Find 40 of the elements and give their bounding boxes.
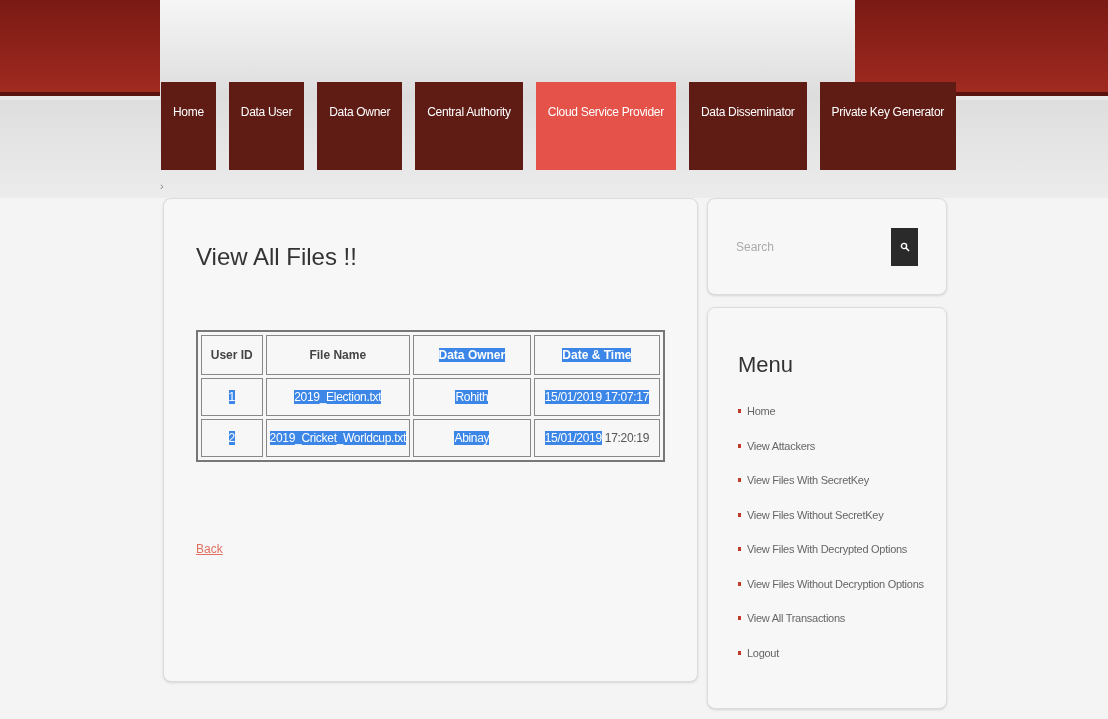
table-cell: 15/01/2019 17:20:19	[533, 419, 660, 457]
table-cell: 15/01/2019 17:07:17	[533, 378, 660, 416]
bullet-icon	[738, 650, 741, 655]
search-field[interactable]: Search	[736, 237, 876, 256]
menu-link[interactable]: View Files Without SecretKey	[747, 506, 884, 523]
menu-link[interactable]: Home	[747, 403, 776, 420]
search-icon	[899, 241, 910, 252]
nav-tab[interactable]: Home	[161, 82, 216, 170]
nav-tab[interactable]: Central Authority	[415, 82, 523, 170]
breadcrumb-arrow: ›	[160, 179, 164, 194]
table-cell: Rohith	[412, 378, 531, 416]
table-cell: 2019_Cricket_Worldcup.txt	[265, 419, 410, 457]
nav-tab[interactable]: Data User	[228, 82, 305, 170]
bullet-icon	[738, 547, 741, 552]
menu-title: Menu	[738, 351, 795, 379]
menu-link[interactable]: View Files With SecretKey	[747, 472, 869, 489]
menu-link[interactable]: View All Transactions	[747, 610, 845, 627]
column-header: User ID	[201, 335, 263, 375]
column-header: Date & Time	[533, 335, 660, 375]
menu-link[interactable]: View Attackers	[747, 437, 816, 454]
bullet-icon	[738, 581, 741, 586]
bullet-icon	[738, 478, 741, 483]
table-cell: 2	[201, 419, 263, 457]
search-button[interactable]	[891, 227, 918, 266]
bullet-icon	[738, 512, 741, 517]
nav-tab[interactable]: Cloud Service Provider	[535, 82, 676, 170]
nav-tab[interactable]: Data Owner	[317, 82, 403, 170]
back-link[interactable]: Back	[196, 540, 223, 558]
menu-link[interactable]: View Files Without Decryption Options	[747, 575, 924, 592]
nav-tab[interactable]: Data Disseminator	[688, 82, 807, 170]
column-header: File Name	[265, 335, 410, 375]
bullet-icon	[738, 409, 741, 414]
nav-tab[interactable]: Private Key Generator	[819, 82, 956, 170]
page-title: View All Files !!	[196, 242, 358, 272]
column-header: Data Owner	[412, 335, 531, 375]
menu-link[interactable]: Logout	[747, 644, 779, 661]
bullet-icon	[738, 443, 741, 448]
table-cell: 1	[201, 378, 263, 416]
menu-link[interactable]: View Files With Decrypted Options	[747, 541, 908, 558]
bullet-icon	[738, 616, 741, 621]
